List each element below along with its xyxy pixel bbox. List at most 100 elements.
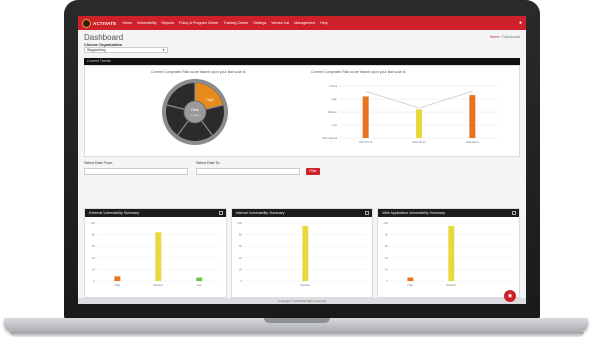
y-tick-label: 80 <box>92 233 96 237</box>
wheel-center-sublabel: Level <box>191 113 199 117</box>
risk-trend-line <box>365 90 473 109</box>
app-screen: ACTIVATE Home Vulnerability Reports Poli… <box>78 16 526 304</box>
x-tick-label: 2021-06-12 <box>466 140 480 144</box>
breadcrumb-current: Dashboard <box>502 35 520 39</box>
x-tick-label: 2021-04-12 <box>359 140 373 144</box>
y-tick-label: 0 <box>240 279 242 283</box>
risk-bar <box>416 109 422 138</box>
date-from-label: Select Date From: <box>84 161 113 165</box>
x-tick-label: Medium <box>300 283 310 287</box>
nav-item-training[interactable]: Training Center <box>224 21 249 25</box>
panel-title: Internal Vulnerability Summary <box>235 211 285 215</box>
logo[interactable]: ACTIVATE <box>82 18 117 28</box>
y-tick-label: 0 <box>387 279 389 283</box>
chevron-down-icon: ▼ <box>162 48 165 52</box>
internal-vuln-panel: Internal Vulnerability Summary 0 20 40 60 80… <box>230 208 374 298</box>
laptop-shadow <box>10 332 584 337</box>
panel-header: Web Application Vulnerability Summary <box>378 209 520 217</box>
risk-panel: Current Composite Risk score based upon … <box>84 65 520 157</box>
line-caption: Current Composite Risk score based upon … <box>311 70 406 74</box>
risk-wheel: Risk Level High <box>162 79 228 145</box>
y-tick-label: Low <box>332 123 337 127</box>
panel-title: External Vulnerability Summary <box>89 211 139 215</box>
wheel-center <box>183 100 207 124</box>
y-tick-label: Critical <box>329 84 337 88</box>
x-tick-label: Medium <box>447 283 457 287</box>
y-tick-label: 60 <box>239 244 243 248</box>
nav-item-management[interactable]: Management <box>294 21 315 25</box>
vuln-summary-row: External Vulnerability Summary 0 20 40 60 80… <box>84 208 521 298</box>
y-tick-label: High <box>332 97 338 101</box>
risk-trend-chart: Critical High Medium Low Informational 2021-0… <box>322 84 499 144</box>
y-tick-label: 80 <box>239 233 243 237</box>
y-tick-label: 20 <box>385 267 389 271</box>
webapp-vuln-panel: Web Application Vulnerability Summary 0 2… <box>377 208 521 298</box>
panel-header: External Vulnerability Summary <box>85 209 226 217</box>
expand-icon[interactable] <box>218 211 223 215</box>
user-icon[interactable]: ● <box>519 20 522 26</box>
expand-icon[interactable] <box>365 211 370 215</box>
breadcrumb: Home / Dashboard <box>490 35 520 39</box>
nav-item-reports[interactable]: Reports <box>161 21 174 25</box>
logo-icon <box>82 18 91 28</box>
y-tick-label: 20 <box>239 267 243 271</box>
x-tick-label: 2021-05-12 <box>412 140 426 144</box>
page-header: Dashboard Home / Dashboard Choose Organi… <box>78 30 526 56</box>
nav-item-policy[interactable]: Policy & Program Center <box>179 21 219 25</box>
vuln-bar <box>407 277 414 281</box>
wheel-segment-label: High <box>206 98 213 102</box>
x-tick-label: Medium <box>153 283 163 287</box>
y-tick-label: 40 <box>385 256 389 260</box>
nav-item-help[interactable]: Help <box>320 21 327 25</box>
wheel-caption: Current Composite Risk score based upon … <box>151 70 246 74</box>
laptop-notch <box>264 318 330 323</box>
top-nav: ACTIVATE Home Vulnerability Reports Poli… <box>78 16 526 30</box>
nav-item-vendor[interactable]: Vendor List <box>271 21 289 25</box>
x-tick-label: Low <box>197 283 202 287</box>
vuln-bar <box>114 276 121 281</box>
date-from-input[interactable] <box>84 168 188 175</box>
y-tick-label: 60 <box>385 244 389 248</box>
vuln-bar <box>155 232 162 281</box>
webapp-vuln-chart: 0 20 40 60 80 100 High Medium <box>384 221 514 287</box>
nav-item-vulnerability[interactable]: Vulnerability <box>137 21 156 25</box>
vuln-bar <box>302 225 308 281</box>
panel-header: Internal Vulnerability Summary <box>231 209 373 217</box>
wheel-center-label: Risk <box>191 107 199 112</box>
y-tick-label: 40 <box>92 256 96 260</box>
page-title: Dashboard <box>84 33 124 42</box>
y-tick-label: 80 <box>385 233 389 237</box>
x-tick-label: High <box>115 283 121 287</box>
y-tick-label: Medium <box>328 110 337 114</box>
y-tick-label: 100 <box>237 221 242 225</box>
date-to-input[interactable] <box>196 168 300 175</box>
panel-title: Web Application Vulnerability Summary <box>382 211 445 215</box>
y-tick-label: 40 <box>239 256 243 260</box>
section-header: Current Trends <box>84 58 520 65</box>
vuln-bar <box>196 277 203 281</box>
logo-text: ACTIVATE <box>93 20 117 26</box>
nav-item-home[interactable]: Home <box>122 21 132 25</box>
risk-bar <box>362 96 369 138</box>
expand-icon[interactable] <box>512 211 517 215</box>
org-select[interactable]: Waypointing ▼ <box>84 47 168 53</box>
y-tick-label: 100 <box>384 221 389 225</box>
date-to-label: Select Date To: <box>196 161 221 165</box>
y-tick-label: 0 <box>93 279 95 283</box>
y-tick-label: 20 <box>92 267 96 271</box>
y-tick-label: Informational <box>322 136 337 140</box>
external-vuln-chart: 0 20 40 60 80 100 High Medium Low <box>90 221 220 287</box>
breadcrumb-home[interactable]: Home <box>490 35 500 39</box>
org-select-value: Waypointing <box>87 48 106 52</box>
external-vuln-panel: External Vulnerability Summary 0 20 40 60 80… <box>84 208 227 298</box>
footer: Copyright © 2023 All rights reserved <box>78 298 526 304</box>
chat-button[interactable]: ◉ <box>504 290 516 302</box>
nav-item-settings[interactable]: Settings <box>253 21 266 25</box>
risk-bar <box>469 95 476 138</box>
chat-icon: ◉ <box>507 293 513 299</box>
internal-vuln-chart: 0 20 40 60 80 100 Medium <box>237 221 367 287</box>
filter-button[interactable]: Filter <box>306 168 320 175</box>
y-tick-label: 60 <box>92 244 96 248</box>
y-tick-label: 100 <box>90 221 95 225</box>
vuln-bar <box>448 225 455 281</box>
